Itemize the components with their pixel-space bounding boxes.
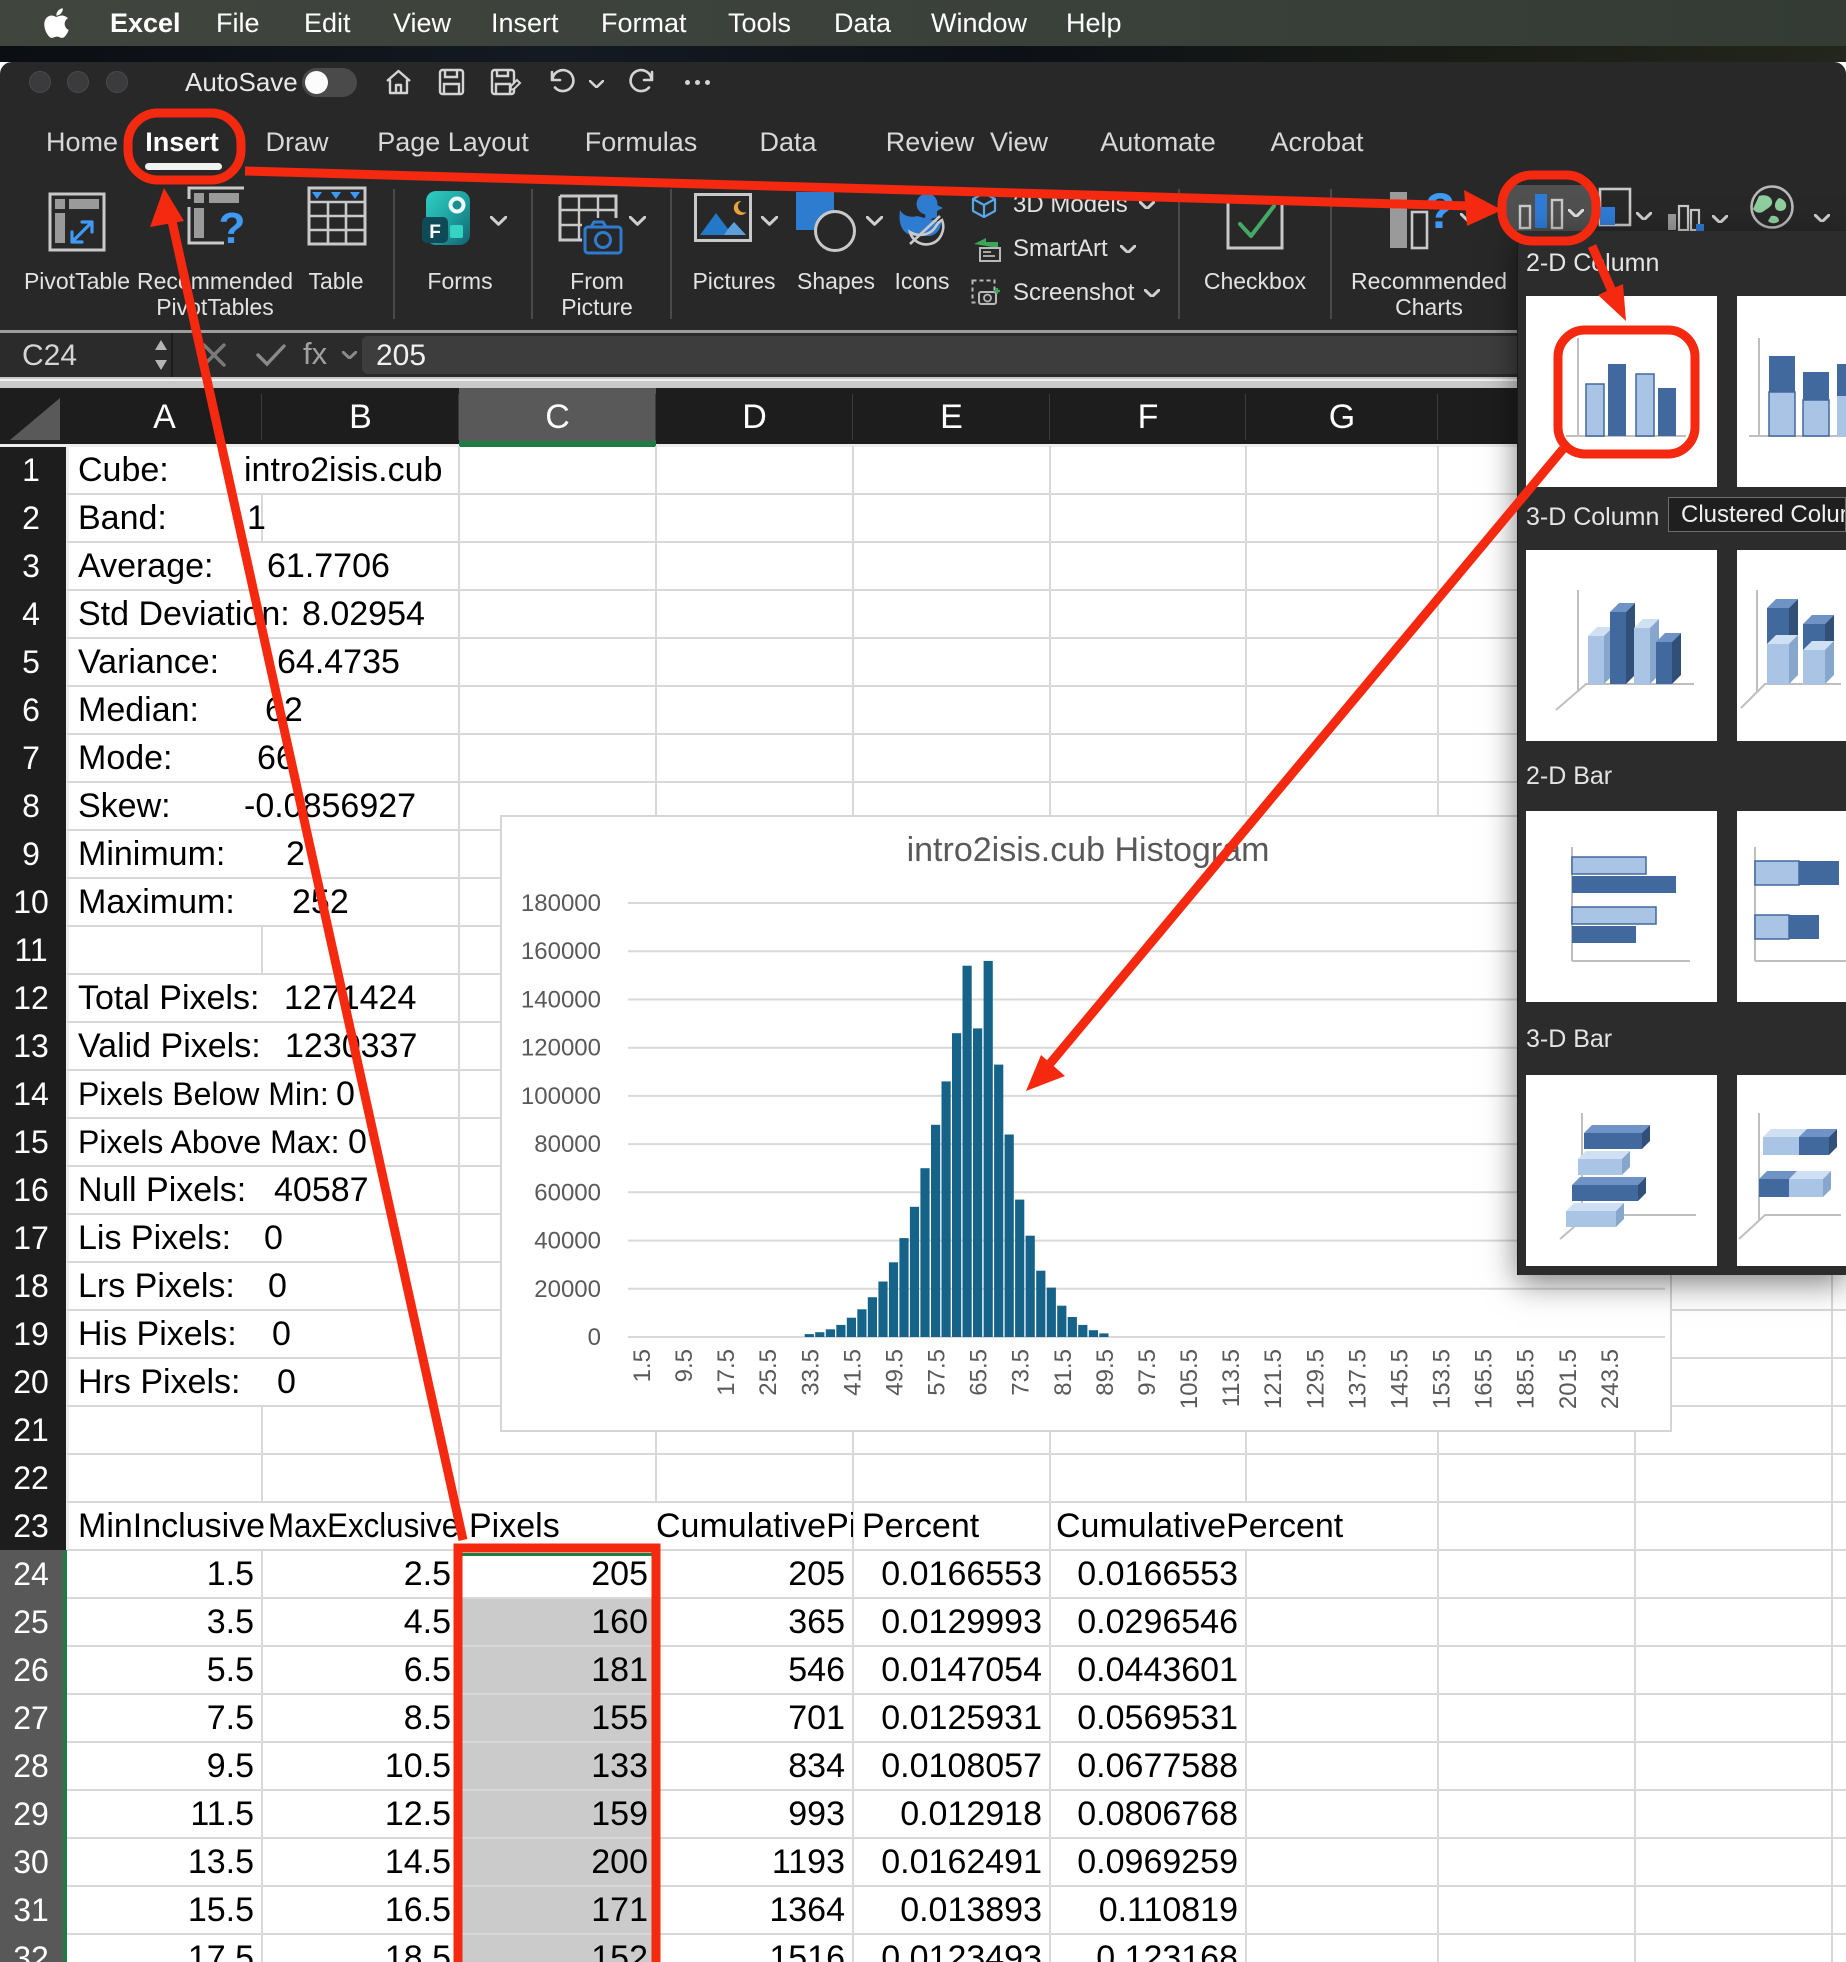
svg-text:185.5: 185.5 bbox=[1513, 1349, 1540, 1409]
svg-text:80000: 80000 bbox=[534, 1131, 601, 1158]
svg-text:73.5: 73.5 bbox=[1008, 1349, 1035, 1396]
svg-text:165.5: 165.5 bbox=[1471, 1349, 1498, 1409]
svg-text:49.5: 49.5 bbox=[882, 1349, 909, 1396]
svg-text:97.5: 97.5 bbox=[1134, 1349, 1161, 1396]
svg-text:60000: 60000 bbox=[534, 1179, 601, 1206]
svg-text:65.5: 65.5 bbox=[966, 1349, 993, 1396]
svg-text:0: 0 bbox=[588, 1324, 601, 1351]
svg-text:81.5: 81.5 bbox=[1050, 1349, 1077, 1396]
svg-text:89.5: 89.5 bbox=[1092, 1349, 1119, 1396]
svg-text:25.5: 25.5 bbox=[755, 1349, 782, 1396]
svg-text:113.5: 113.5 bbox=[1218, 1349, 1245, 1407]
svg-text:17.5: 17.5 bbox=[713, 1349, 740, 1396]
svg-text:160000: 160000 bbox=[521, 938, 601, 965]
svg-text:137.5: 137.5 bbox=[1344, 1349, 1371, 1409]
svg-text:9.5: 9.5 bbox=[671, 1349, 698, 1382]
svg-text:121.5: 121.5 bbox=[1260, 1349, 1287, 1409]
svg-text:57.5: 57.5 bbox=[924, 1349, 951, 1396]
svg-text:243.5: 243.5 bbox=[1597, 1349, 1624, 1409]
svg-text:120000: 120000 bbox=[521, 1035, 601, 1062]
svg-text:?: ? bbox=[219, 204, 246, 247]
svg-text:40000: 40000 bbox=[534, 1228, 601, 1255]
svg-text:105.5: 105.5 bbox=[1176, 1349, 1203, 1409]
svg-text:20000: 20000 bbox=[534, 1276, 601, 1303]
svg-text:?: ? bbox=[1425, 186, 1456, 239]
svg-text:100000: 100000 bbox=[521, 1083, 601, 1110]
svg-text:F: F bbox=[429, 222, 441, 243]
svg-text:intro2isis.cub Histogram: intro2isis.cub Histogram bbox=[907, 831, 1270, 869]
svg-text:140000: 140000 bbox=[521, 987, 601, 1014]
svg-text:153.5: 153.5 bbox=[1429, 1349, 1456, 1409]
svg-text:201.5: 201.5 bbox=[1555, 1349, 1582, 1409]
svg-text:129.5: 129.5 bbox=[1302, 1349, 1329, 1409]
svg-text:145.5: 145.5 bbox=[1386, 1349, 1413, 1409]
svg-text:41.5: 41.5 bbox=[839, 1349, 866, 1396]
svg-text:33.5: 33.5 bbox=[797, 1349, 824, 1396]
svg-text:1.5: 1.5 bbox=[629, 1349, 656, 1382]
svg-text:180000: 180000 bbox=[521, 890, 601, 917]
